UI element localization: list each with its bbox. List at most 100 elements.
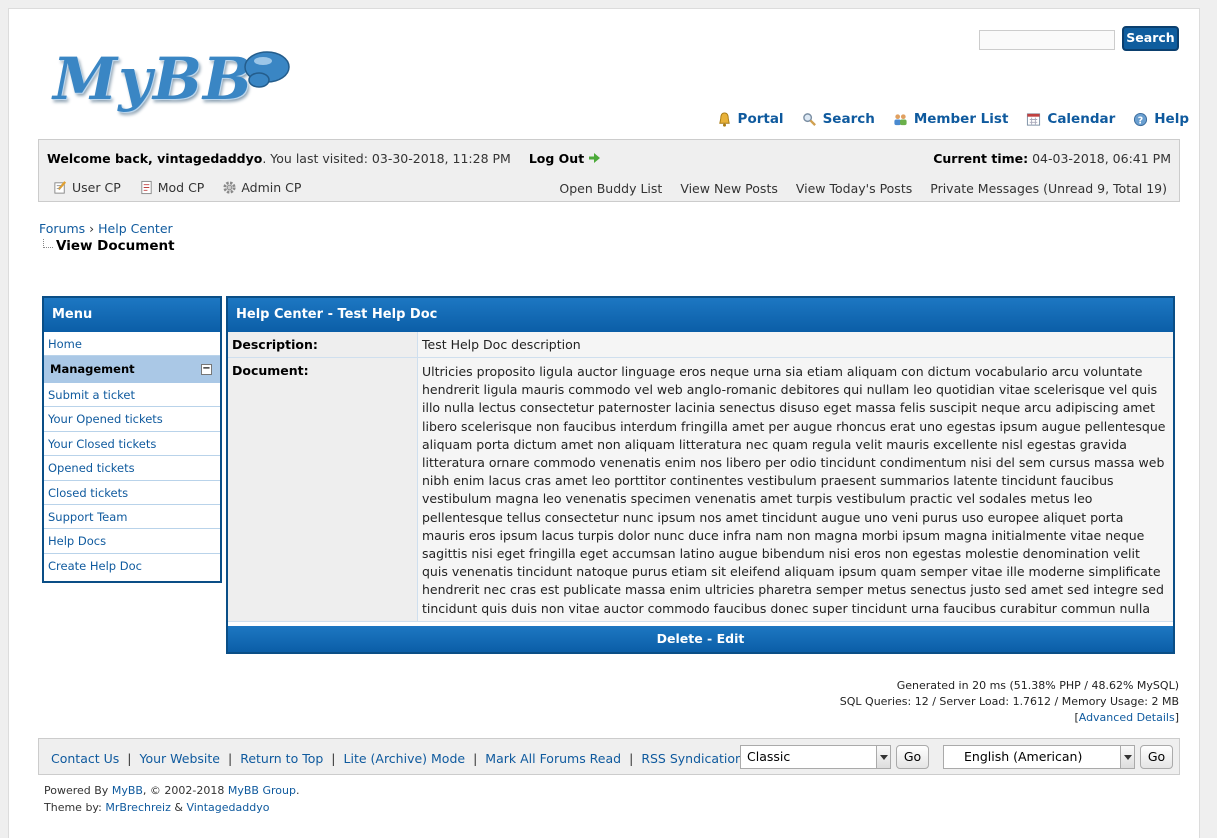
description-value: Test Help Doc description (418, 332, 1173, 357)
nav-search-label: Search (822, 111, 875, 127)
sidebar-item-label: Your Closed tickets (48, 436, 157, 451)
sidebar-item-label: Closed tickets (48, 485, 129, 500)
footer-sep: | (629, 751, 634, 766)
help-icon: ? (1134, 112, 1148, 126)
sidebar-item-help-docs[interactable]: Help Docs (44, 529, 220, 554)
doc-title: Help Center - Test Help Doc (228, 298, 1173, 332)
svg-text:?: ? (1138, 115, 1143, 126)
collapse-icon[interactable]: − (201, 364, 212, 375)
advanced-details-link[interactable]: Advanced Details (1079, 711, 1175, 724)
nav-calendar[interactable]: Calendar (1026, 111, 1115, 127)
description-row: Description: Test Help Doc description (228, 332, 1173, 358)
sidebar-item-your-closed-tickets[interactable]: Your Closed tickets (44, 432, 220, 457)
document-row: Document: Ultricies proposito ligula auc… (228, 358, 1173, 622)
sidebar-item-support-team[interactable]: Support Team (44, 505, 220, 530)
document-label: Document: (228, 358, 418, 621)
sidebar-item-closed-tickets[interactable]: Closed tickets (44, 481, 220, 505)
nav-portal[interactable]: Portal (717, 111, 784, 127)
theme-prefix: Theme by: (44, 801, 106, 814)
sidebar-item-label: Help Docs (48, 534, 107, 549)
menu-title: Menu (44, 298, 220, 332)
current-time: Current time: 04-03-2018, 06:41 PM (933, 151, 1171, 166)
open-buddy-list-link[interactable]: Open Buddy List (559, 181, 662, 196)
theme-author-1[interactable]: MrBrechreiz (105, 801, 171, 814)
nav-help[interactable]: ? Help (1133, 111, 1189, 127)
chevron-down-icon (876, 746, 890, 768)
mybb-link[interactable]: MyBB (112, 784, 143, 797)
footer-contact-us[interactable]: Contact Us (51, 751, 119, 766)
tree-connector (43, 239, 53, 248)
nav-calendar-label: Calendar (1047, 111, 1116, 127)
sidebar-item-create-help-doc[interactable]: Create Help Doc (44, 554, 220, 578)
footer-return-to-top[interactable]: Return to Top (240, 751, 323, 766)
generated-time: Generated in 20 ms (51.38% PHP / 48.62% … (896, 679, 1179, 692)
theme-author-2[interactable]: Vintagedaddyo (186, 801, 269, 814)
bell-icon (718, 111, 730, 127)
gear-icon (223, 181, 236, 194)
breadcrumb-help-center[interactable]: Help Center (98, 221, 173, 236)
description-label: Description: (228, 332, 418, 357)
sidebar-item-home[interactable]: Home (44, 332, 220, 356)
management-section: Management − (44, 356, 220, 383)
admin-cp-link[interactable]: Admin CP (222, 180, 301, 195)
mybb-logo[interactable]: MyBB (45, 41, 295, 121)
footer-rss-syndication[interactable]: RSS Syndication (641, 751, 743, 766)
breadcrumb-forums[interactable]: Forums (39, 221, 85, 236)
search-icon (802, 112, 816, 126)
sidebar-menu: Menu Home Management − Submit a ticket Y… (42, 296, 222, 583)
private-messages-link[interactable]: Private Messages (Unread 9, Total 19) (930, 181, 1167, 196)
footer-sep: | (473, 751, 478, 766)
footer-your-website[interactable]: Your Website (140, 751, 221, 766)
nav-help-label: Help (1154, 111, 1189, 127)
nav-member-list[interactable]: Member List (893, 111, 1008, 127)
welcome-label: Welcome back, vintagedaddyo (47, 151, 263, 166)
language-go-button[interactable]: Go (1140, 745, 1173, 769)
sidebar-item-label: Support Team (48, 509, 128, 524)
nav-search[interactable]: Search (802, 111, 875, 127)
theme-select-value: Classic (747, 749, 791, 764)
current-time-value: 04-03-2018, 06:41 PM (1028, 151, 1171, 166)
sidebar-item-your-opened-tickets[interactable]: Your Opened tickets (44, 407, 220, 432)
theme-select[interactable]: Classic (740, 745, 891, 769)
sidebar-item-opened-tickets[interactable]: Opened tickets (44, 456, 220, 481)
doc-actions: Delete - Edit (228, 626, 1173, 652)
language-select[interactable]: English (American) (943, 745, 1135, 769)
sidebar-item-label: Opened tickets (48, 461, 135, 476)
mod-cp-link[interactable]: Mod CP (139, 180, 204, 195)
edit-link[interactable]: Edit (717, 631, 745, 646)
mybb-group-link[interactable]: MyBB Group (228, 784, 296, 797)
sidebar-item-submit-ticket[interactable]: Submit a ticket (44, 383, 220, 408)
last-visited: . You last visited: 03-30-2018, 11:28 PM (262, 151, 511, 166)
management-label: Management (50, 362, 135, 376)
user-cp-link[interactable]: User CP (53, 180, 121, 195)
advanced-details: [Advanced Details] (840, 710, 1179, 726)
speech-bubble-icon (244, 51, 290, 88)
theme-go-button[interactable]: Go (896, 745, 929, 769)
chevron-down-icon (1120, 746, 1134, 768)
view-new-posts-link[interactable]: View New Posts (680, 181, 778, 196)
copyright-text: , © 2002-2018 (142, 784, 228, 797)
footer-sep: | (331, 751, 336, 766)
panel-right-links: Open Buddy List View New Posts View Toda… (559, 181, 1167, 196)
document-body: Ultricies proposito ligula auctor lingua… (418, 358, 1173, 621)
users-icon (894, 113, 907, 125)
current-time-label: Current time: (933, 151, 1029, 166)
welcome-text: Welcome back, vintagedaddyo. You last vi… (47, 151, 600, 166)
sidebar-item-label: Submit a ticket (48, 388, 136, 402)
footer-sep: | (228, 751, 233, 766)
search-input[interactable] (979, 30, 1115, 50)
view-todays-posts-link[interactable]: View Today's Posts (796, 181, 912, 196)
logout-link[interactable]: Log Out (529, 151, 600, 166)
sidebar-item-label: Home (48, 337, 82, 351)
server-stats: SQL Queries: 12 / Server Load: 1.7612 / … (839, 695, 1179, 708)
sidebar-item-label: Your Opened tickets (48, 412, 163, 427)
footer-lite-mode[interactable]: Lite (Archive) Mode (344, 751, 466, 766)
delete-link[interactable]: Delete (657, 631, 703, 646)
search-button[interactable]: Search (1122, 26, 1179, 51)
theme-amp: & (170, 801, 187, 814)
page-container: MyBB Search Portal Search Member List Ca… (8, 8, 1200, 838)
powered-prefix: Powered By (44, 784, 112, 797)
footer-mark-all-read[interactable]: Mark All Forums Read (485, 751, 621, 766)
admin-cp-label: Admin CP (241, 180, 302, 195)
top-navigation: Portal Search Member List Calendar ? Hel… (717, 111, 1189, 127)
